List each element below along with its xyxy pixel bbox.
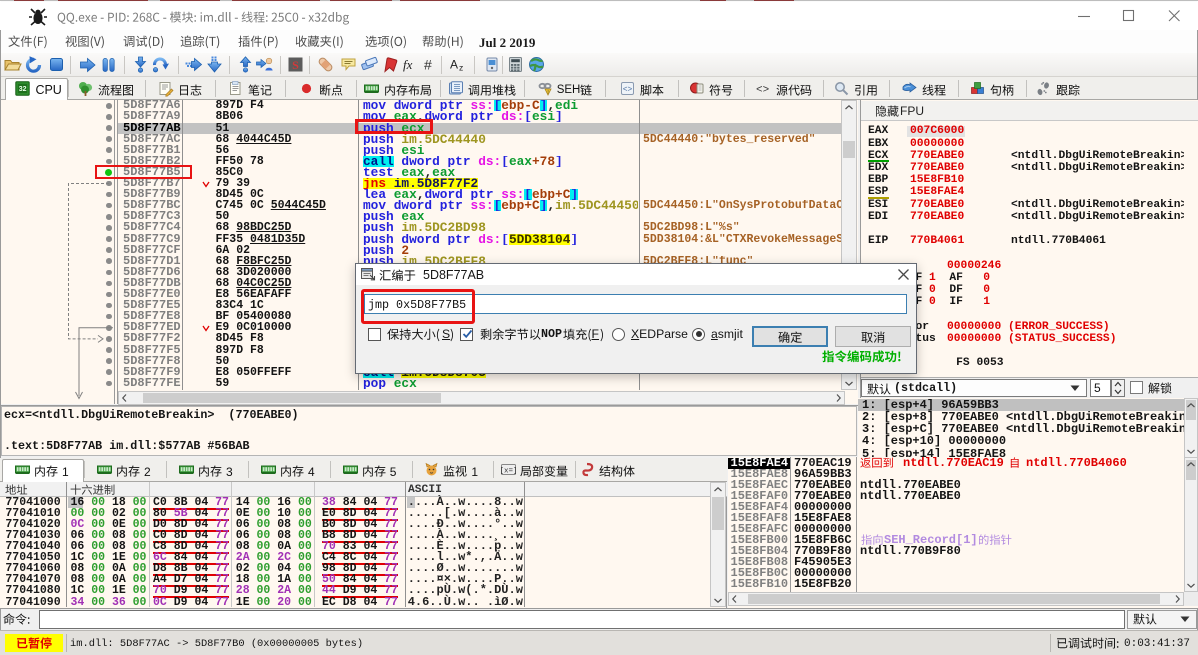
svg-text:[x=]: [x=] (499, 468, 517, 476)
svg-text:#: # (424, 57, 432, 73)
svg-text:!: ! (547, 90, 548, 96)
svg-text:A: A (450, 58, 458, 72)
svg-text:z: z (459, 63, 463, 73)
svg-text:fx: fx (403, 57, 413, 72)
svg-text:S: S (292, 58, 299, 72)
svg-text:<>: <> (756, 85, 769, 97)
svg-text:<>: <> (622, 86, 632, 95)
